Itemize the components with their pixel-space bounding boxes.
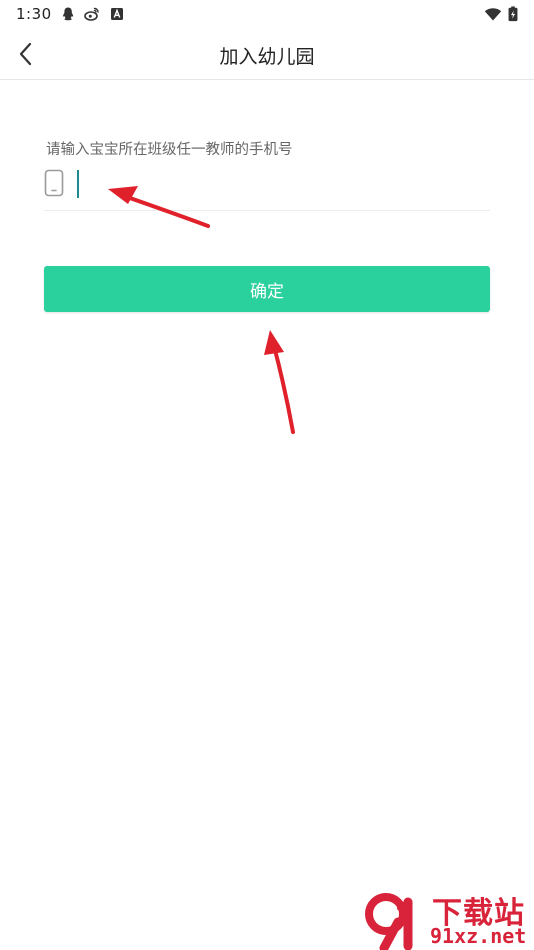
watermark-logo-icon	[365, 893, 413, 950]
mobile-phone-icon	[44, 169, 64, 197]
watermark-url: 91xz.net	[430, 924, 527, 948]
app-screen: 1:30 加入幼儿园 请输入宝宝所在班级任一教师的手机号 确定 下载站 91xz…	[0, 0, 534, 950]
app-header: 加入幼儿园	[0, 28, 534, 80]
phone-field-row	[44, 166, 490, 211]
page-title: 加入幼儿园	[219, 46, 315, 68]
status-bar: 1:30	[0, 0, 534, 28]
confirm-button[interactable]: 确定	[44, 266, 490, 312]
battery-charging-icon	[508, 6, 518, 22]
qq-icon	[63, 7, 74, 21]
phone-number-input[interactable]	[76, 166, 486, 200]
annotation-arrow-to-button	[264, 330, 295, 434]
wifi-icon	[484, 8, 502, 21]
text-caret	[77, 170, 79, 198]
status-time: 1:30	[16, 5, 52, 23]
phone-hint-label: 请输入宝宝所在班级任一教师的手机号	[46, 142, 293, 158]
weibo-icon	[84, 7, 99, 21]
a-notification-icon	[111, 8, 123, 20]
site-watermark: 下载站 91xz.net	[360, 888, 534, 950]
